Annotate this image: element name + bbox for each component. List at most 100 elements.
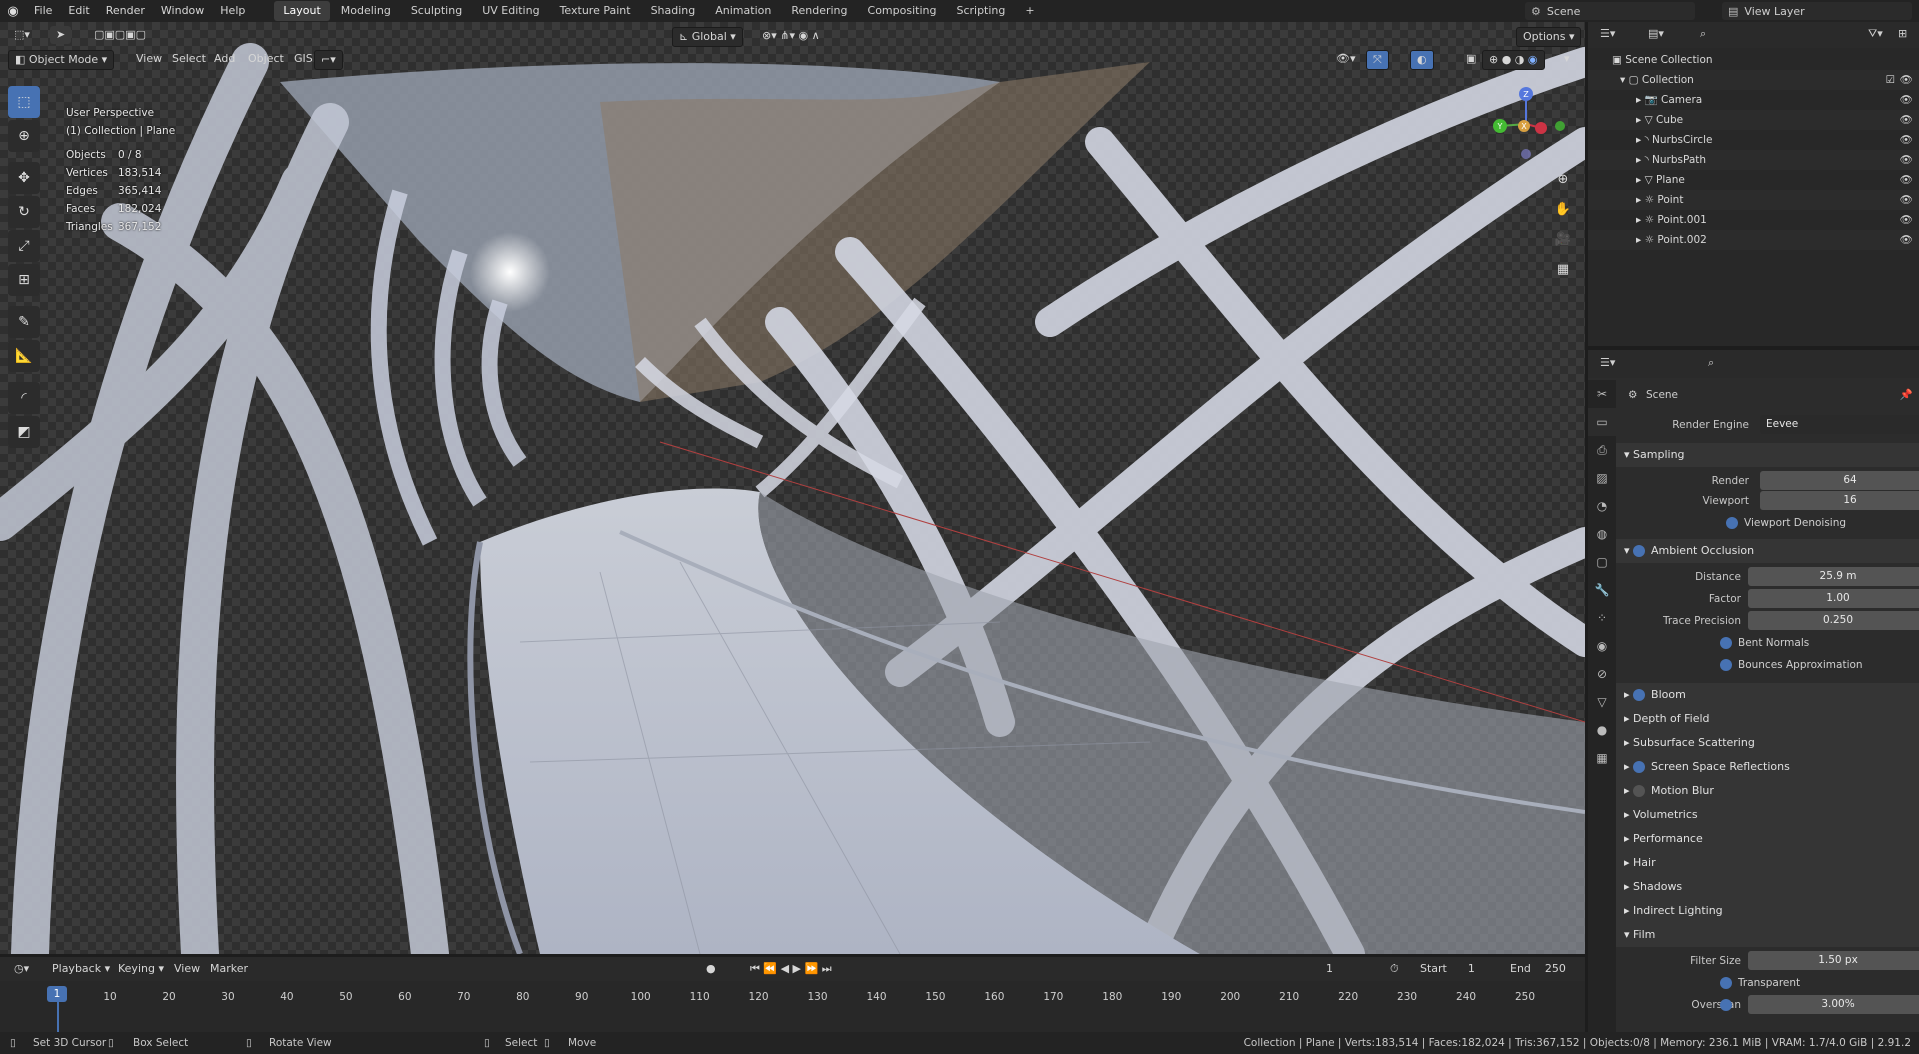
cursor-tool[interactable]: ⊕: [8, 120, 40, 152]
eye-icon[interactable]: 👁: [1900, 70, 1913, 90]
tab-modeling[interactable]: Modeling: [332, 1, 400, 21]
options-dropdown[interactable]: Options ▾: [1516, 27, 1582, 47]
viewport-menu-view[interactable]: View: [130, 50, 168, 68]
expand-icon[interactable]: ▸: [1636, 114, 1645, 126]
select-tool-toggle[interactable]: ➤: [50, 26, 72, 44]
tab-rendering[interactable]: Rendering: [782, 1, 856, 21]
tab-physics[interactable]: ◉: [1588, 632, 1616, 660]
selection-mode-buttons[interactable]: ▢▣▢▣▢: [88, 26, 152, 44]
expand-icon[interactable]: ▸: [1636, 154, 1645, 166]
mode-dropdown[interactable]: ◧ Object Mode ▾: [8, 50, 115, 70]
filter-icon[interactable]: ⛛▾: [1868, 27, 1883, 41]
display-mode-icon[interactable]: ▤▾: [1648, 27, 1664, 40]
menu-window[interactable]: Window: [153, 0, 212, 22]
tab-sculpting[interactable]: Sculpting: [402, 1, 471, 21]
editor-type-button[interactable]: ⬚▾: [8, 26, 36, 44]
eye-icon[interactable]: 👁: [1900, 110, 1913, 130]
gizmo-neg-z[interactable]: [1521, 149, 1531, 159]
ortho-toggle-button[interactable]: ▦: [1552, 258, 1574, 280]
panel-indirect-lighting[interactable]: ▸ Indirect Lighting: [1616, 899, 1919, 923]
checkbox-icon[interactable]: ☑: [1886, 70, 1895, 90]
outliner-item-camera[interactable]: ▸ 📷 Camera 👁: [1588, 90, 1919, 110]
tab-scene[interactable]: ◔: [1588, 492, 1616, 520]
viewport-menu-object[interactable]: Object: [242, 50, 290, 68]
tab-constraints[interactable]: ⊘: [1588, 660, 1616, 688]
move-tool[interactable]: ✥: [8, 162, 40, 194]
pivot-snap-buttons[interactable]: ⊗▾ ⋔▾ ◉ ∧: [756, 27, 826, 45]
tab-view-layer[interactable]: ▨: [1588, 464, 1616, 492]
outliner-item-point001[interactable]: ▸ ☼ Point.001 👁: [1588, 210, 1919, 230]
search-icon[interactable]: ⌕: [1708, 356, 1714, 370]
ao-factor-field[interactable]: 1.00: [1748, 589, 1919, 608]
outliner-item-plane[interactable]: ▸ ▽ Plane 👁: [1588, 170, 1919, 190]
ao-enable-checkbox[interactable]: [1633, 545, 1646, 557]
tab-texture-paint[interactable]: Texture Paint: [551, 1, 640, 21]
transparent-checkbox[interactable]: [1720, 977, 1732, 989]
overscan-field[interactable]: 3.00%: [1748, 995, 1919, 1014]
tab-modifiers[interactable]: 🔧: [1588, 576, 1616, 604]
panel-motion-blur[interactable]: ▸ Motion Blur: [1616, 779, 1919, 803]
menu-edit[interactable]: Edit: [60, 0, 97, 22]
eye-icon[interactable]: 👁: [1900, 150, 1913, 170]
expand-icon[interactable]: ▸: [1636, 214, 1645, 226]
menu-render[interactable]: Render: [98, 0, 153, 22]
annotate-tool[interactable]: ✎: [8, 306, 40, 338]
tab-tool[interactable]: ✂: [1588, 380, 1616, 408]
tab-material[interactable]: ●: [1588, 716, 1616, 744]
zoom-button[interactable]: ⊕: [1552, 168, 1574, 190]
bloom-checkbox[interactable]: [1633, 689, 1646, 701]
expand-icon[interactable]: ▸: [1636, 234, 1645, 246]
ao-bounces-row[interactable]: Bounces Approximation: [1616, 654, 1919, 676]
ao-distance-field[interactable]: 25.9 m: [1748, 567, 1919, 586]
select-box-tool[interactable]: ⬚: [8, 86, 40, 118]
menu-help[interactable]: Help: [212, 0, 253, 22]
view-layer-selector[interactable]: ▤ View Layer: [1722, 2, 1912, 20]
tab-render[interactable]: ▭: [1588, 408, 1616, 436]
panel-ambient-occlusion[interactable]: ▾ Ambient Occlusion: [1616, 539, 1919, 563]
eye-icon[interactable]: 👁: [1900, 170, 1913, 190]
tab-object[interactable]: ▢: [1588, 548, 1616, 576]
gizmo-toggle[interactable]: ⤧: [1366, 50, 1389, 70]
outliner-item-nurbspath[interactable]: ▸ ◝ NurbsPath 👁: [1588, 150, 1919, 170]
playhead[interactable]: 1: [47, 986, 67, 1002]
tab-shading[interactable]: Shading: [642, 1, 705, 21]
filter-size-field[interactable]: 1.50 px: [1748, 951, 1919, 970]
outliner-scene-collection[interactable]: ▣ Scene Collection: [1588, 50, 1919, 70]
expand-icon[interactable]: ▸: [1636, 174, 1645, 186]
panel-hair[interactable]: ▸ Hair: [1616, 851, 1919, 875]
viewport-menu-select[interactable]: Select: [166, 50, 212, 68]
blender-logo-icon[interactable]: ◉: [0, 0, 26, 22]
tab-texture[interactable]: ▦: [1588, 744, 1616, 772]
expand-icon[interactable]: ▸: [1636, 194, 1645, 206]
disclosure-triangle-icon[interactable]: ▾: [1620, 74, 1629, 86]
ao-trace-precision-field[interactable]: 0.250: [1748, 611, 1919, 630]
shading-options-dropdown[interactable]: ▾: [1558, 50, 1576, 68]
3d-viewport[interactable]: ⬚▾ ➤ ▢▣▢▣▢ ⊾ Global ▾ ⊗▾ ⋔▾ ◉ ∧ Options …: [0, 22, 1585, 954]
render-engine-dropdown[interactable]: Eevee▾: [1760, 415, 1919, 434]
pan-button[interactable]: ✋: [1552, 198, 1574, 220]
film-transparent-row[interactable]: Transparent: [1616, 972, 1919, 994]
ssr-checkbox[interactable]: [1633, 761, 1646, 773]
scale-tool[interactable]: ⤢: [8, 230, 40, 262]
panel-sampling[interactable]: ▾ Sampling: [1616, 443, 1919, 467]
transform-tool[interactable]: ⊞: [8, 264, 40, 296]
panel-shadows[interactable]: ▸ Shadows: [1616, 875, 1919, 899]
tab-output[interactable]: ⎙: [1588, 436, 1616, 464]
outliner-item-nurbscircle[interactable]: ▸ ◝ NurbsCircle 👁: [1588, 130, 1919, 150]
add-cube-tool[interactable]: ◜: [8, 382, 40, 414]
tab-particles[interactable]: ⁘: [1588, 604, 1616, 632]
eye-icon[interactable]: 👁: [1900, 130, 1913, 150]
rotate-tool[interactable]: ↻: [8, 196, 40, 228]
panel-screen-space-reflections[interactable]: ▸ Screen Space Reflections: [1616, 755, 1919, 779]
shading-mode-buttons[interactable]: ⊕ ● ◑ ◉: [1482, 50, 1545, 70]
panel-film[interactable]: ▾ Film: [1616, 923, 1919, 947]
panel-performance[interactable]: ▸ Performance: [1616, 827, 1919, 851]
add-workspace-button[interactable]: +: [1016, 1, 1043, 21]
motion-blur-checkbox[interactable]: [1633, 785, 1646, 797]
pin-icon[interactable]: 📌: [1900, 384, 1913, 406]
outliner-item-cube[interactable]: ▸ ▽ Cube 👁: [1588, 110, 1919, 130]
viewport-denoising-checkbox[interactable]: [1726, 517, 1738, 529]
viewport-denoising-row[interactable]: Viewport Denoising: [1616, 512, 1919, 534]
gizmo-dropdown[interactable]: ⌐▾: [314, 50, 343, 70]
new-collection-icon[interactable]: ⊞: [1898, 27, 1907, 40]
